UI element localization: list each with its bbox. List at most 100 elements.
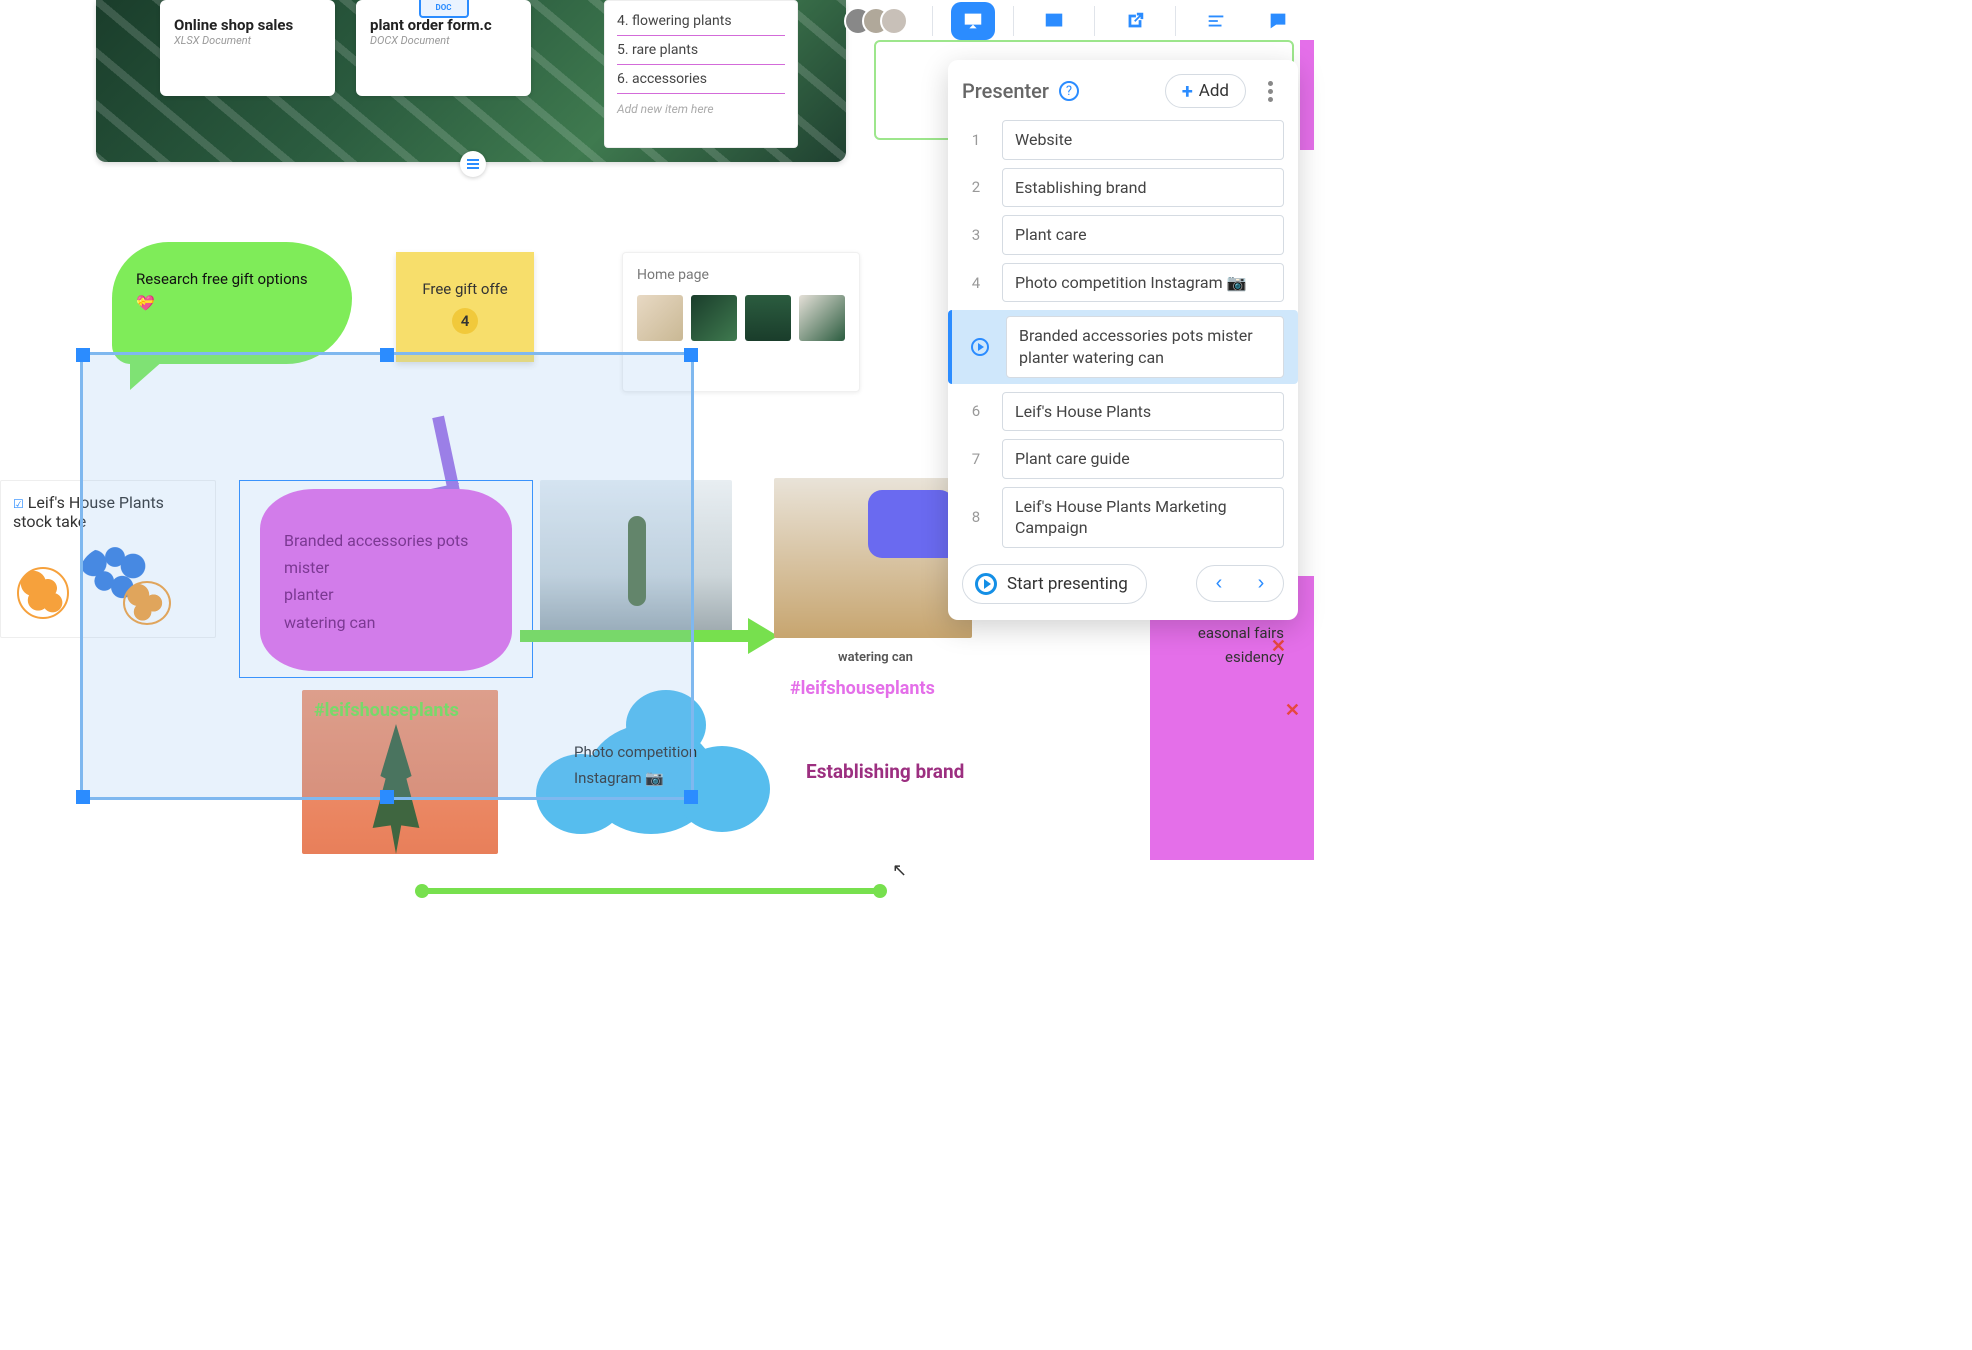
- cloud-shape[interactable]: Photo competition Instagram 📷: [536, 684, 770, 852]
- item-index: 2: [962, 168, 990, 208]
- sticky-text: Free gift offe: [422, 280, 507, 298]
- stock-title: Leif's House Plants: [28, 493, 164, 512]
- arrow-green[interactable]: [520, 622, 776, 650]
- present-button[interactable]: [951, 2, 995, 40]
- presenter-panel[interactable]: Presenter ? + Add 1 Website 2 Establishi…: [948, 60, 1298, 620]
- thumb-image: [745, 295, 791, 341]
- next-button[interactable]: ›: [1247, 572, 1275, 595]
- add-item-placeholder[interactable]: Add new item here: [617, 94, 785, 116]
- magenta-edge: [1300, 40, 1314, 150]
- image-icon: [1043, 10, 1065, 32]
- speech-bubble[interactable]: Research free gift options 💝: [112, 242, 352, 364]
- avatar[interactable]: [880, 7, 908, 35]
- doc-subtitle: XLSX Document: [174, 34, 321, 47]
- stock-card[interactable]: ☑Leif's House Plants stock take: [0, 480, 216, 638]
- presenter-item[interactable]: 3 Plant care: [962, 215, 1284, 255]
- presenter-item[interactable]: 7 Plant care guide: [962, 439, 1284, 479]
- handle-bl[interactable]: [76, 790, 90, 804]
- thumbnail-row: [637, 295, 845, 341]
- handle-tm[interactable]: [380, 348, 394, 362]
- heart-icon: 💝: [136, 294, 155, 312]
- brand-text: Establishing brand: [806, 760, 964, 783]
- list-card[interactable]: 4. flowering plants 5. rare plants 6. ac…: [604, 0, 798, 148]
- top-toolbar: [844, 2, 1300, 40]
- presenter-item-active[interactable]: Branded accessories pots mister planter …: [948, 310, 1298, 383]
- photo-watering-can[interactable]: [774, 478, 972, 638]
- comment-button[interactable]: [1256, 2, 1300, 40]
- thumb-image: [691, 295, 737, 341]
- panel-header: Presenter ? + Add: [962, 74, 1284, 108]
- presenter-item[interactable]: 4 Photo competition Instagram 📷: [962, 263, 1284, 303]
- sticky-note[interactable]: Free gift offe 4: [396, 252, 534, 362]
- expand-button[interactable]: [460, 151, 486, 177]
- presenter-item[interactable]: 8 Leif's House Plants Marketing Campaign: [962, 487, 1284, 548]
- play-icon: [971, 338, 989, 356]
- avatar-stack[interactable]: [844, 7, 908, 35]
- note-line: watering can: [284, 609, 488, 636]
- presenter-item[interactable]: 2 Establishing brand: [962, 168, 1284, 208]
- item-index: 3: [962, 215, 990, 255]
- item-index: 8: [962, 487, 990, 548]
- note-line: Branded accessories pots: [284, 527, 488, 554]
- item-label: Photo competition Instagram 📷: [1002, 263, 1284, 303]
- list-item[interactable]: 6. accessories: [617, 65, 785, 94]
- item-label: Leif's House Plants Marketing Campaign: [1002, 487, 1284, 548]
- item-label: Plant care: [1002, 215, 1284, 255]
- share-button[interactable]: [1113, 2, 1157, 40]
- divider: [1094, 6, 1095, 36]
- home-page-card[interactable]: Home page: [622, 252, 860, 392]
- item-index: 4: [962, 263, 990, 303]
- more-button[interactable]: [1256, 81, 1284, 102]
- doc-icon: DOC: [419, 0, 469, 18]
- doc-card-xlsx[interactable]: Online shop sales XLSX Document: [160, 0, 335, 96]
- prev-button[interactable]: ‹: [1205, 572, 1233, 595]
- plus-icon: +: [1182, 81, 1193, 101]
- doc-title: Online shop sales: [174, 16, 321, 34]
- presenter-item[interactable]: 1 Website: [962, 120, 1284, 160]
- divider: [1013, 6, 1014, 36]
- cloud-line: Instagram 📷: [574, 766, 697, 792]
- add-label: Add: [1199, 81, 1229, 101]
- help-icon[interactable]: ?: [1059, 81, 1079, 101]
- item-index: 7: [962, 439, 990, 479]
- item-label: Website: [1002, 120, 1284, 160]
- comment-icon: [1267, 10, 1289, 32]
- presenter-item[interactable]: 6 Leif's House Plants: [962, 392, 1284, 432]
- photo-caption: watering can: [838, 650, 913, 665]
- panel-title: Presenter: [962, 79, 1049, 103]
- selected-note[interactable]: Branded accessories pots mister planter …: [239, 480, 533, 678]
- hashtag: #leifshouseplants: [790, 678, 935, 699]
- cloud-text: Photo competition Instagram 📷: [574, 740, 697, 791]
- divider: [1175, 6, 1176, 36]
- item-label: Plant care guide: [1002, 439, 1284, 479]
- list-item[interactable]: 5. rare plants: [617, 36, 785, 65]
- sticky-count: 4: [452, 308, 478, 334]
- share-icon: [1124, 10, 1146, 32]
- present-icon: [962, 10, 984, 32]
- doc-subtitle: DOCX Document: [370, 34, 517, 47]
- list-item[interactable]: 4. flowering plants: [617, 7, 785, 36]
- item-index: 1: [962, 120, 990, 160]
- image-button[interactable]: [1032, 2, 1076, 40]
- item-label: Leif's House Plants: [1002, 392, 1284, 432]
- doc-card-docx[interactable]: DOC plant order form.c DOCX Document: [356, 0, 531, 96]
- item-label: Branded accessories pots mister planter …: [1006, 316, 1284, 377]
- item-index: [966, 316, 994, 377]
- magenta-note: Branded accessories pots mister planter …: [260, 489, 512, 671]
- home-title: Home page: [637, 267, 845, 283]
- thumb-image: [637, 295, 683, 341]
- doc-title: plant order form.c: [370, 16, 517, 34]
- align-icon: [1205, 10, 1227, 32]
- photo-interior[interactable]: [540, 480, 732, 638]
- align-button[interactable]: [1194, 2, 1238, 40]
- cursor-icon: ↖: [892, 860, 907, 881]
- start-presenting-button[interactable]: Start presenting: [962, 564, 1147, 604]
- add-button[interactable]: + Add: [1165, 74, 1246, 108]
- green-connector[interactable]: [420, 888, 882, 894]
- handle-tl[interactable]: [76, 348, 90, 362]
- hashtag: #leifshouseplants: [314, 700, 459, 721]
- nav-buttons: ‹ ›: [1196, 565, 1284, 602]
- divider: [932, 6, 933, 36]
- x-icon: ✕: [1285, 700, 1300, 721]
- start-label: Start presenting: [1007, 574, 1128, 594]
